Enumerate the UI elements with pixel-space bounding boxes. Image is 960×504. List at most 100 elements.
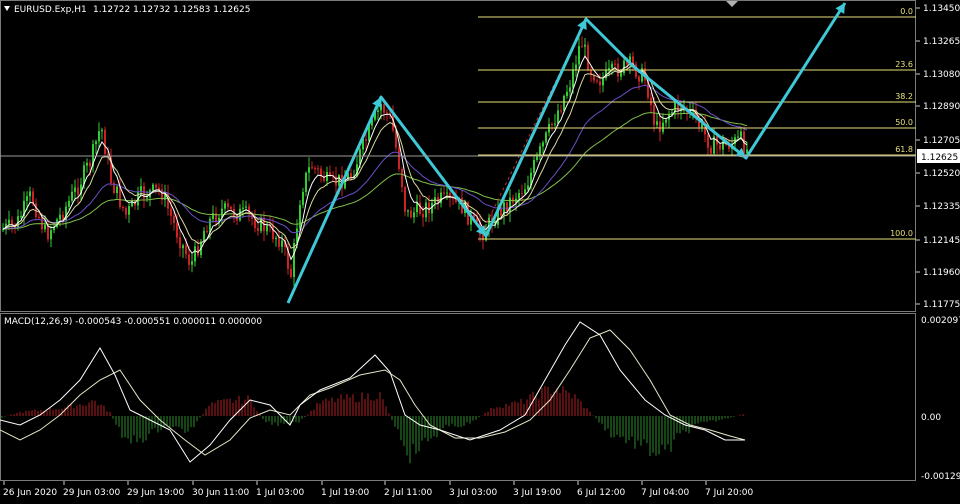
candle-body: [377, 110, 379, 112]
candle-body: [8, 219, 10, 224]
candle-body: [176, 223, 178, 238]
candle-body: [314, 168, 316, 170]
chart-ohlc: 1.12722 1.12732 1.12583 1.12625: [93, 5, 250, 15]
candle-body: [125, 207, 127, 215]
time-tick-label: 29 Jun 19:00: [127, 488, 184, 498]
candle-body: [365, 139, 367, 141]
time-tick-label: 6 Jul 12:00: [577, 488, 626, 498]
candle-body: [242, 207, 244, 209]
candle-body: [425, 202, 427, 218]
candle-body: [230, 206, 232, 209]
candle-body: [272, 225, 274, 240]
candle-body: [578, 46, 580, 65]
trading-chart[interactable]: 0.0 23.6 38.2 50.0 61.8 100.0 1.13450 1.13265 1…: [0, 0, 960, 500]
candle-body: [401, 169, 403, 188]
candle-body: [50, 230, 52, 240]
candle-body: [329, 172, 331, 176]
candle-body: [569, 87, 571, 92]
candle-body: [152, 184, 154, 191]
candle-body: [185, 245, 187, 255]
candle-body: [608, 68, 610, 70]
candle-body: [44, 224, 46, 230]
time-tick-label: 26 Jun 2020: [3, 488, 57, 498]
candle-body: [737, 136, 739, 138]
candle-body: [599, 81, 601, 86]
candle-body: [518, 193, 520, 199]
candle-body: [545, 132, 547, 143]
candle-body: [422, 213, 424, 218]
candle-body: [587, 44, 589, 70]
candle-body: [293, 243, 295, 277]
fib-level-label: 61.8: [895, 145, 913, 154]
candle-body: [146, 197, 148, 199]
candle-body: [539, 146, 541, 155]
macd-tick-label: 0.002097: [921, 316, 960, 326]
time-tick-label: 7 Jul 20:00: [705, 488, 754, 498]
candle-body: [170, 208, 172, 216]
candle-body: [563, 96, 565, 111]
candle-body: [602, 78, 604, 86]
candle-body: [275, 237, 277, 240]
candle-body: [410, 210, 412, 218]
price-tick-label: 1.12705: [923, 136, 960, 146]
price-tick-label: 1.11960: [923, 268, 960, 278]
candle-body: [74, 187, 76, 192]
fib-level-label: 38.2: [895, 92, 913, 101]
price-tick-label: 1.12335: [923, 202, 960, 212]
candle-body: [26, 196, 28, 201]
price-tick-label: 1.13080: [923, 70, 960, 80]
candle-body: [305, 172, 307, 192]
candle-body: [179, 237, 181, 249]
candle-body: [740, 131, 742, 137]
candle-body: [299, 205, 301, 229]
candle-body: [68, 200, 70, 207]
candle-body: [653, 105, 655, 125]
candle-body: [446, 192, 448, 194]
candle-body: [59, 214, 61, 220]
time-axis: 26 Jun 2020 29 Jun 03:00 29 Jun 19:00 30 Ju…: [3, 481, 754, 498]
macd-indicator-label: MACD(12,26,9) -0.000543 -0.000551 0.0000…: [4, 317, 262, 327]
candle-body: [413, 212, 415, 218]
candle-body: [158, 187, 160, 190]
price-tick-label: 1.12890: [923, 102, 960, 112]
chart-symbol: EURUSD.Exp,H1: [14, 5, 87, 15]
candle-body: [416, 202, 418, 213]
price-tick-label: 1.13265: [923, 37, 960, 47]
candle-body: [719, 144, 721, 150]
candle-body: [575, 64, 577, 70]
candle-body: [41, 217, 43, 230]
candle-body: [650, 97, 652, 106]
candle-body: [257, 228, 259, 232]
time-tick-label: 1 Jul 03:00: [256, 488, 305, 498]
candle-body: [173, 215, 175, 224]
macd-axis: 0.002097 0.00 -0.001296: [921, 316, 960, 482]
candle-body: [524, 189, 526, 194]
candle-body: [509, 197, 511, 213]
macd-tick-label: -0.001296: [921, 472, 960, 482]
candle-body: [566, 91, 568, 96]
candle-body: [611, 63, 613, 69]
price-tick-label: 1.12145: [923, 236, 960, 246]
candle-body: [20, 216, 22, 218]
candle-body: [155, 184, 157, 188]
fib-level-label: 50.0: [895, 118, 913, 127]
candle-body: [707, 134, 709, 148]
candle-body: [308, 167, 310, 173]
candle-body: [86, 162, 88, 166]
price-tick-label: 1.11775: [923, 300, 960, 310]
candle-body: [581, 46, 583, 48]
candle-body: [104, 129, 106, 155]
candle-body: [191, 261, 193, 265]
candle-body: [620, 73, 622, 77]
candle-body: [188, 254, 190, 265]
candle-body: [317, 168, 319, 170]
time-tick-label: 7 Jul 04:00: [641, 488, 690, 498]
time-tick-label: 30 Jun 11:00: [192, 488, 249, 498]
candle-body: [182, 245, 184, 249]
candle-body: [419, 202, 421, 214]
candle-body: [386, 112, 388, 114]
candle-body: [428, 202, 430, 214]
candle-body: [551, 124, 553, 125]
candle-body: [572, 69, 574, 88]
candle-body: [614, 63, 616, 65]
